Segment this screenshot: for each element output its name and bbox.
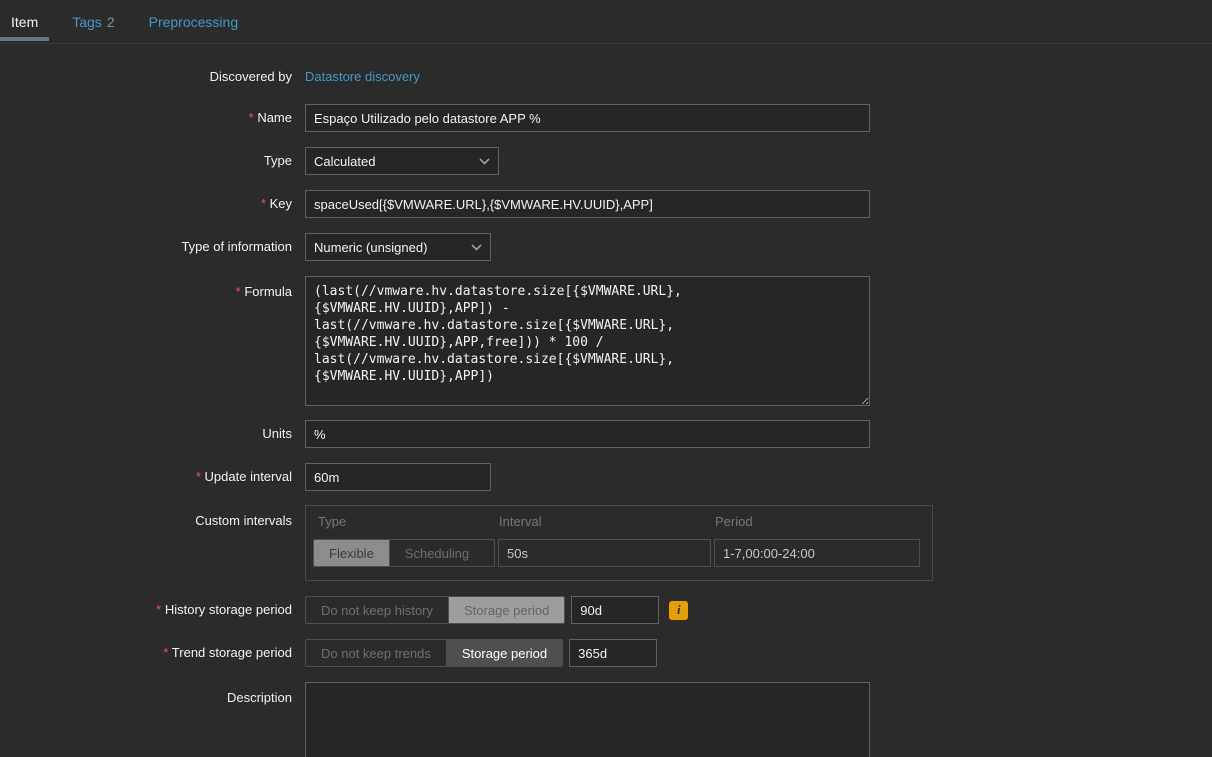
- tab-tags[interactable]: Tags 2: [61, 0, 125, 43]
- key-row: Key: [0, 190, 1212, 218]
- formula-label: Formula: [0, 276, 292, 301]
- item-form: Discovered by Datastore discovery Name T…: [0, 44, 1212, 757]
- type-row: Type Calculated: [0, 147, 1212, 175]
- update-interval-input[interactable]: [305, 463, 491, 491]
- custom-intervals-row: Custom intervals Type Flexible Schedulin…: [0, 505, 1212, 581]
- description-row: Description: [0, 682, 1212, 757]
- discovered-by-row: Discovered by Datastore discovery: [0, 67, 1212, 87]
- type-select[interactable]: Calculated: [305, 147, 499, 175]
- history-storage-label: History storage period: [0, 596, 292, 624]
- name-label: Name: [0, 104, 292, 132]
- discovered-by-label: Discovered by: [0, 67, 292, 87]
- scheduling-button[interactable]: Scheduling: [389, 540, 484, 566]
- tab-item[interactable]: Item: [0, 0, 49, 43]
- tab-preprocessing-label: Preprocessing: [149, 14, 239, 30]
- trend-storage-toggle: Do not keep trends Storage period: [305, 639, 563, 667]
- description-label: Description: [0, 682, 292, 707]
- type-of-information-row: Type of information Numeric (unsigned): [0, 233, 1212, 261]
- history-storage-row: History storage period Do not keep histo…: [0, 596, 1212, 624]
- units-label: Units: [0, 420, 292, 448]
- update-interval-row: Update interval: [0, 463, 1212, 491]
- custom-intervals-period-header: Period: [714, 514, 920, 530]
- tab-preprocessing[interactable]: Preprocessing: [138, 0, 250, 43]
- formula-textarea[interactable]: (last(//vmware.hv.datastore.size[{$VMWAR…: [305, 276, 870, 406]
- tab-bar: Item Tags 2 Preprocessing: [0, 0, 1212, 44]
- trend-storage-input[interactable]: [569, 639, 657, 667]
- type-label: Type: [0, 147, 292, 175]
- trend-storage-period-button[interactable]: Storage period: [446, 640, 562, 666]
- key-label: Key: [0, 190, 292, 218]
- custom-period-input[interactable]: [714, 539, 920, 567]
- custom-interval-input[interactable]: [498, 539, 711, 567]
- description-textarea[interactable]: [305, 682, 870, 757]
- units-input[interactable]: [305, 420, 870, 448]
- do-not-keep-history-button[interactable]: Do not keep history: [306, 597, 448, 623]
- type-select-value: Calculated: [314, 154, 375, 169]
- update-interval-label: Update interval: [0, 463, 292, 491]
- tab-tags-label: Tags: [72, 14, 102, 30]
- info-icon[interactable]: i: [669, 601, 688, 620]
- type-of-information-label: Type of information: [0, 233, 292, 261]
- custom-intervals-type-header: Type: [313, 514, 498, 530]
- tab-item-label: Item: [11, 14, 38, 30]
- units-row: Units: [0, 420, 1212, 448]
- custom-intervals-label: Custom intervals: [0, 505, 292, 530]
- type-of-information-select-value: Numeric (unsigned): [314, 240, 427, 255]
- flexible-button[interactable]: Flexible: [314, 540, 389, 566]
- trend-storage-label: Trend storage period: [0, 639, 292, 667]
- custom-intervals-box: Type Flexible Scheduling Interval Period: [305, 505, 933, 581]
- formula-row: Formula (last(//vmware.hv.datastore.size…: [0, 276, 1212, 406]
- custom-intervals-interval-header: Interval: [498, 514, 714, 530]
- do-not-keep-trends-button[interactable]: Do not keep trends: [306, 640, 446, 666]
- name-row: Name: [0, 104, 1212, 132]
- chevron-down-icon: [479, 158, 490, 165]
- history-storage-period-button[interactable]: Storage period: [448, 597, 564, 623]
- key-input[interactable]: [305, 190, 870, 218]
- trend-storage-row: Trend storage period Do not keep trends …: [0, 639, 1212, 667]
- name-input[interactable]: [305, 104, 870, 132]
- type-of-information-select[interactable]: Numeric (unsigned): [305, 233, 491, 261]
- tab-tags-count: 2: [107, 14, 115, 30]
- datastore-discovery-link[interactable]: Datastore discovery: [305, 67, 420, 87]
- custom-interval-type-toggle: Flexible Scheduling: [313, 539, 495, 567]
- history-storage-toggle: Do not keep history Storage period: [305, 596, 565, 624]
- chevron-down-icon: [471, 244, 482, 251]
- history-storage-input[interactable]: [571, 596, 659, 624]
